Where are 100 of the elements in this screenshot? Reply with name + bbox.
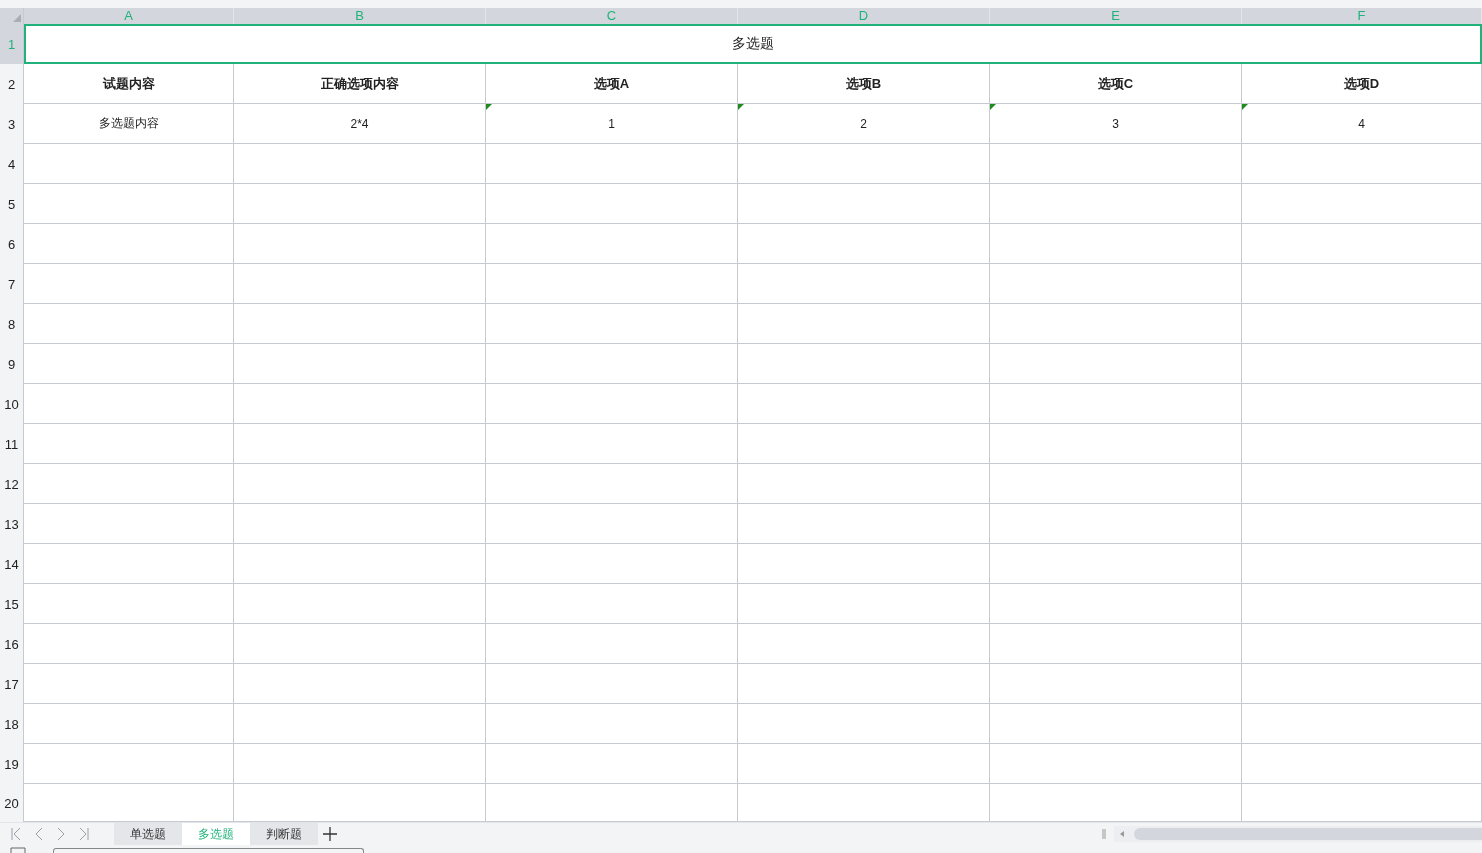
row-number[interactable]: 19 bbox=[0, 744, 24, 784]
empty-cell[interactable] bbox=[990, 624, 1242, 664]
empty-cell[interactable] bbox=[990, 144, 1242, 184]
sheet-tab[interactable]: 单选题 bbox=[114, 823, 182, 845]
empty-cell[interactable] bbox=[738, 304, 990, 344]
split-handle-icon[interactable] bbox=[1102, 829, 1106, 839]
scroll-left-icon[interactable] bbox=[1120, 831, 1124, 837]
title-cell[interactable]: 多选题 bbox=[24, 24, 1482, 64]
empty-cell[interactable] bbox=[486, 384, 738, 424]
previous-sheet-icon[interactable] bbox=[34, 827, 44, 841]
empty-cell[interactable] bbox=[738, 704, 990, 744]
row-number[interactable]: 12 bbox=[0, 464, 24, 504]
empty-cell[interactable] bbox=[234, 584, 486, 624]
empty-cell[interactable] bbox=[1242, 424, 1482, 464]
row-number[interactable]: 15 bbox=[0, 584, 24, 624]
empty-cell[interactable] bbox=[738, 744, 990, 784]
row-number[interactable]: 18 bbox=[0, 704, 24, 744]
row-number[interactable]: 8 bbox=[0, 304, 24, 344]
last-sheet-icon[interactable] bbox=[78, 827, 90, 841]
empty-cell[interactable] bbox=[234, 424, 486, 464]
empty-cell[interactable] bbox=[486, 184, 738, 224]
row-number[interactable]: 20 bbox=[0, 784, 24, 822]
empty-cell[interactable] bbox=[486, 664, 738, 704]
empty-cell[interactable] bbox=[486, 624, 738, 664]
empty-cell[interactable] bbox=[234, 544, 486, 584]
select-all-icon[interactable] bbox=[13, 14, 21, 22]
empty-cell[interactable] bbox=[1242, 464, 1482, 504]
empty-cell[interactable] bbox=[486, 424, 738, 464]
empty-cell[interactable] bbox=[1242, 544, 1482, 584]
empty-cell[interactable] bbox=[738, 224, 990, 264]
input-field[interactable] bbox=[53, 848, 364, 853]
empty-cell[interactable] bbox=[990, 184, 1242, 224]
row-number[interactable]: 17 bbox=[0, 664, 24, 704]
empty-cell[interactable] bbox=[1242, 704, 1482, 744]
empty-cell[interactable] bbox=[234, 704, 486, 744]
empty-cell[interactable] bbox=[1242, 624, 1482, 664]
empty-cell[interactable] bbox=[234, 184, 486, 224]
empty-cell[interactable] bbox=[486, 464, 738, 504]
next-sheet-icon[interactable] bbox=[56, 827, 66, 841]
empty-cell[interactable] bbox=[738, 144, 990, 184]
empty-cell[interactable] bbox=[1242, 304, 1482, 344]
row-number[interactable]: 2 bbox=[0, 64, 24, 104]
empty-cell[interactable] bbox=[1242, 504, 1482, 544]
empty-cell[interactable] bbox=[486, 264, 738, 304]
empty-cell[interactable] bbox=[486, 144, 738, 184]
empty-cell[interactable] bbox=[738, 424, 990, 464]
sheet-tab[interactable]: 判断题 bbox=[250, 823, 318, 845]
row-number[interactable]: 13 bbox=[0, 504, 24, 544]
empty-cell[interactable] bbox=[234, 744, 486, 784]
empty-cell[interactable] bbox=[234, 624, 486, 664]
empty-cell[interactable] bbox=[990, 464, 1242, 504]
row-number[interactable]: 7 bbox=[0, 264, 24, 304]
empty-cell[interactable] bbox=[1242, 744, 1482, 784]
empty-cell[interactable] bbox=[990, 544, 1242, 584]
first-sheet-icon[interactable] bbox=[10, 827, 22, 841]
empty-cell[interactable] bbox=[738, 584, 990, 624]
empty-cell[interactable] bbox=[738, 464, 990, 504]
empty-cell[interactable] bbox=[1242, 224, 1482, 264]
empty-cell[interactable] bbox=[1242, 184, 1482, 224]
empty-cell[interactable] bbox=[738, 264, 990, 304]
empty-cell[interactable] bbox=[990, 584, 1242, 624]
empty-cell[interactable] bbox=[234, 144, 486, 184]
empty-cell[interactable] bbox=[234, 504, 486, 544]
row-number[interactable]: 3 bbox=[0, 104, 24, 144]
empty-cell[interactable] bbox=[990, 504, 1242, 544]
empty-cell[interactable] bbox=[1242, 664, 1482, 704]
empty-cell[interactable] bbox=[234, 224, 486, 264]
empty-cell[interactable] bbox=[738, 544, 990, 584]
empty-cell[interactable] bbox=[738, 384, 990, 424]
empty-cell[interactable] bbox=[486, 704, 738, 744]
empty-cell[interactable] bbox=[738, 504, 990, 544]
row-number[interactable]: 16 bbox=[0, 624, 24, 664]
empty-cell[interactable] bbox=[738, 344, 990, 384]
empty-cell[interactable] bbox=[990, 704, 1242, 744]
horizontal-scrollbar[interactable] bbox=[1114, 826, 1482, 842]
empty-cell[interactable] bbox=[234, 664, 486, 704]
row-number[interactable]: 14 bbox=[0, 544, 24, 584]
row-number[interactable]: 5 bbox=[0, 184, 24, 224]
row-number[interactable]: 9 bbox=[0, 344, 24, 384]
scrollbar-thumb[interactable] bbox=[1134, 828, 1482, 840]
empty-cell[interactable] bbox=[486, 224, 738, 264]
empty-cell[interactable] bbox=[234, 464, 486, 504]
empty-cell[interactable] bbox=[1242, 384, 1482, 424]
empty-cell[interactable] bbox=[738, 624, 990, 664]
empty-cell[interactable] bbox=[990, 224, 1242, 264]
empty-cell[interactable] bbox=[486, 504, 738, 544]
empty-cell[interactable] bbox=[738, 664, 990, 704]
sheet-icon[interactable] bbox=[10, 847, 26, 853]
empty-cell[interactable] bbox=[234, 384, 486, 424]
empty-cell[interactable] bbox=[486, 304, 738, 344]
empty-cell[interactable] bbox=[738, 184, 990, 224]
empty-cell[interactable] bbox=[990, 424, 1242, 464]
empty-cell[interactable] bbox=[234, 264, 486, 304]
add-sheet-icon[interactable] bbox=[323, 827, 337, 841]
empty-cell[interactable] bbox=[990, 344, 1242, 384]
empty-cell[interactable] bbox=[990, 664, 1242, 704]
row-number[interactable]: 10 bbox=[0, 384, 24, 424]
empty-cell[interactable] bbox=[1242, 144, 1482, 184]
empty-cell[interactable] bbox=[990, 304, 1242, 344]
empty-cell[interactable] bbox=[1242, 264, 1482, 304]
